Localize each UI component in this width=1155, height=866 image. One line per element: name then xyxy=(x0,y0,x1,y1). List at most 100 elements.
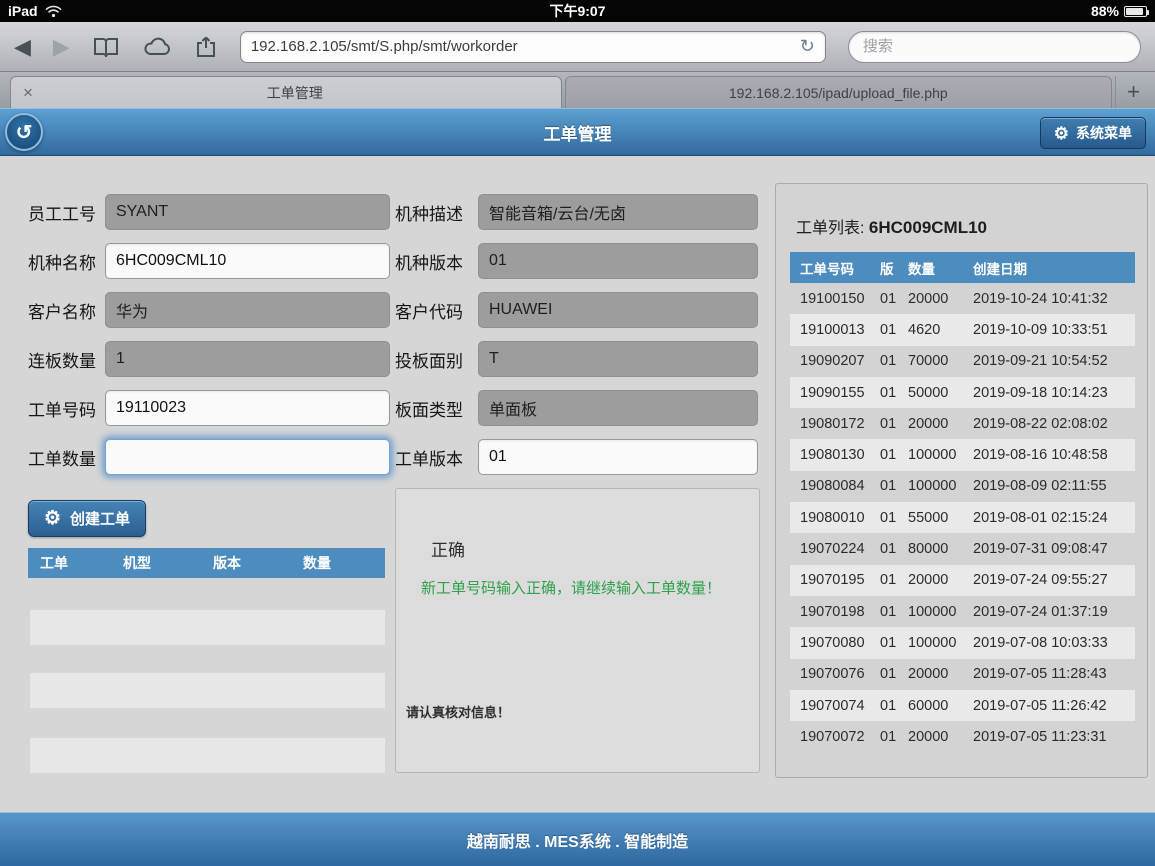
order-number-cell: 19080084 xyxy=(800,478,880,494)
workorder-row: 19070080 01 100000 2019-07-08 10:03:33 xyxy=(790,627,1135,658)
system-menu-button[interactable]: ⚙ 系统菜单 xyxy=(1040,117,1146,149)
version-cell: 01 xyxy=(880,385,908,401)
bookmarks-icon[interactable] xyxy=(92,36,120,58)
main-content: 员工工号 机种名称 客户名称 连板数量 工单号码 工单数量 xyxy=(0,156,1155,812)
search-input[interactable] xyxy=(863,38,1126,55)
workorder-row: 19070198 01 100000 2019-07-24 01:37:19 xyxy=(790,596,1135,627)
created-orders-empty-row xyxy=(30,610,385,645)
quantity-cell: 20000 xyxy=(908,666,973,682)
back-button[interactable]: ◀ xyxy=(14,36,31,58)
create-date-cell: 2019-08-09 02:11:55 xyxy=(973,478,1135,494)
gear-icon: ⚙ xyxy=(1054,125,1069,142)
address-bar[interactable]: 192.168.2.105/smt/S.php/smt/workorder ↻ xyxy=(240,31,826,63)
workorder-row: 19070224 01 80000 2019-07-31 09:08:47 xyxy=(790,533,1135,564)
ipad-safari-window: iPad 下午9:07 88% ◀ ▶ xyxy=(0,0,1155,866)
quantity-cell: 20000 xyxy=(908,416,973,432)
col-order-number: 工单号码 xyxy=(800,258,880,278)
app-header: 工单管理 ↺ ⚙ 系统菜单 xyxy=(0,108,1155,156)
panel-count-input xyxy=(105,341,390,377)
create-date-cell: 2019-07-24 01:37:19 xyxy=(973,604,1135,620)
workorder-row: 19100150 01 20000 2019-10-24 10:41:32 xyxy=(790,283,1135,314)
employee-id-input xyxy=(105,194,390,230)
quantity-cell: 100000 xyxy=(908,478,973,494)
field-label: 投板面别 xyxy=(395,347,478,372)
field-label: 机种描述 xyxy=(395,200,478,225)
icloud-tabs-icon[interactable] xyxy=(142,37,172,57)
model-name-input[interactable] xyxy=(105,243,390,279)
workorder-list-model: 6HC009CML10 xyxy=(869,218,987,237)
workorder-table: 工单号码 版 数量 创建日期 19100150 01 20000 2019-10… xyxy=(790,252,1135,752)
create-workorder-label: 创建工单 xyxy=(70,508,130,529)
battery-icon xyxy=(1124,6,1147,17)
share-icon[interactable] xyxy=(194,35,218,59)
version-cell: 01 xyxy=(880,666,908,682)
field-label: 员工工号 xyxy=(28,200,105,225)
field-model-version: 机种版本 xyxy=(395,243,758,279)
order-number-cell: 19090207 xyxy=(800,353,880,369)
version-cell: 01 xyxy=(880,478,908,494)
create-date-cell: 2019-09-18 10:14:23 xyxy=(973,385,1135,401)
workorder-number-input[interactable] xyxy=(105,390,390,426)
field-workorder-number: 工单号码 xyxy=(28,390,390,426)
created-orders-empty-row xyxy=(30,738,385,773)
col-version: 版本 xyxy=(213,553,303,573)
board-type-input xyxy=(478,390,758,426)
success-message: 新工单号码输入正确，请继续输入工单数量！ xyxy=(421,577,721,598)
order-number-cell: 19100013 xyxy=(800,322,880,338)
workorder-row: 19100013 01 4620 2019-10-09 10:33:51 xyxy=(790,314,1135,345)
model-version-input xyxy=(478,243,758,279)
create-workorder-button[interactable]: ⚙ 创建工单 xyxy=(28,500,146,537)
version-cell: 01 xyxy=(880,322,908,338)
created-orders-table-header: 工单 机型 版本 数量 xyxy=(28,548,385,578)
tab-workorder[interactable]: × 工单管理 xyxy=(10,76,562,108)
order-number-cell: 19070074 xyxy=(800,698,880,714)
workorder-row: 19080172 01 20000 2019-08-22 02:08:02 xyxy=(790,408,1135,439)
field-model-name: 机种名称 xyxy=(28,243,390,279)
field-label: 工单数量 xyxy=(28,445,105,470)
field-model-description: 机种描述 xyxy=(395,194,758,230)
quantity-cell: 55000 xyxy=(908,510,973,526)
tab-upload-file[interactable]: 192.168.2.105/ipad/upload_file.php xyxy=(565,76,1113,108)
field-label: 机种版本 xyxy=(395,249,478,274)
forward-button[interactable]: ▶ xyxy=(53,36,70,58)
col-workorder: 工单 xyxy=(40,553,123,573)
new-tab-button[interactable]: + xyxy=(1115,76,1151,108)
tab-bar: × 工单管理 192.168.2.105/ipad/upload_file.ph… xyxy=(0,72,1155,108)
gear-icon: ⚙ xyxy=(44,509,61,528)
search-field[interactable] xyxy=(848,31,1141,63)
quantity-cell: 50000 xyxy=(908,385,973,401)
close-tab-icon[interactable]: × xyxy=(23,83,33,103)
tab-label: 工单管理 xyxy=(41,83,549,103)
workorder-row: 19070074 01 60000 2019-07-05 11:26:42 xyxy=(790,690,1135,721)
workorder-version-input[interactable] xyxy=(478,439,758,475)
reload-icon[interactable]: ↻ xyxy=(800,36,815,57)
field-label: 客户代码 xyxy=(395,298,478,323)
version-cell: 01 xyxy=(880,447,908,463)
message-panel: 正确 新工单号码输入正确，请继续输入工单数量！ 请认真核对信息！ xyxy=(395,488,760,773)
order-number-cell: 19100150 xyxy=(800,291,880,307)
message-title: 正确 xyxy=(431,536,465,561)
quantity-cell: 20000 xyxy=(908,291,973,307)
workorder-row: 19070072 01 20000 2019-07-05 11:23:31 xyxy=(790,721,1135,752)
version-cell: 01 xyxy=(880,698,908,714)
create-date-cell: 2019-07-05 11:23:31 xyxy=(973,729,1135,745)
tab-label: 192.168.2.105/ipad/upload_file.php xyxy=(578,85,1100,101)
quantity-cell: 70000 xyxy=(908,353,973,369)
create-date-cell: 2019-09-21 10:54:52 xyxy=(973,353,1135,369)
col-quantity: 数量 xyxy=(303,553,385,573)
battery-percent: 88% xyxy=(1091,3,1119,19)
field-label: 板面类型 xyxy=(395,396,478,421)
field-employee-id: 员工工号 xyxy=(28,194,390,230)
create-date-cell: 2019-08-01 02:15:24 xyxy=(973,510,1135,526)
order-number-cell: 19090155 xyxy=(800,385,880,401)
field-customer-code: 客户代码 xyxy=(395,292,758,328)
create-date-cell: 2019-08-22 02:08:02 xyxy=(973,416,1135,432)
version-cell: 01 xyxy=(880,353,908,369)
verify-note: 请认真核对信息！ xyxy=(406,702,510,721)
form-right-column: 机种描述 机种版本 客户代码 投板面别 板面类型 工单版本 xyxy=(395,194,758,488)
workorder-row: 19080084 01 100000 2019-08-09 02:11:55 xyxy=(790,471,1135,502)
status-bar: iPad 下午9:07 88% xyxy=(0,0,1155,22)
version-cell: 01 xyxy=(880,541,908,557)
order-number-cell: 19070076 xyxy=(800,666,880,682)
workorder-quantity-input[interactable] xyxy=(105,439,390,475)
